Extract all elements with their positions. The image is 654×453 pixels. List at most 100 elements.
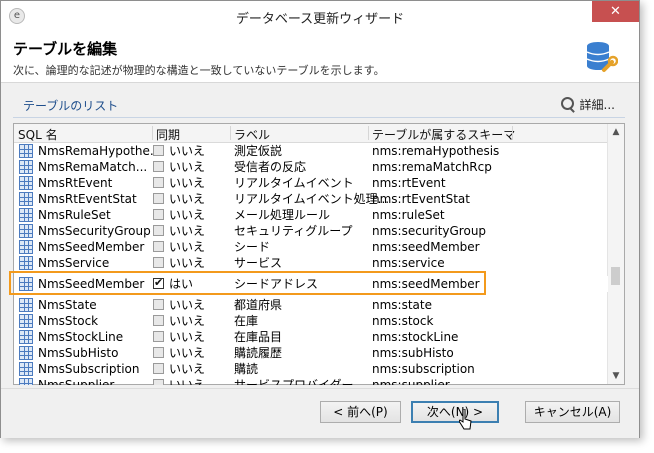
sync-checkbox[interactable] (153, 161, 164, 172)
table-row[interactable]: NmsRemaMatch... いいえ 受信者の反応 nms:remaMatchRcp (14, 159, 608, 175)
table-row[interactable]: NmsRemaHypothe... いいえ 測定仮説 nms:remaHypothes… (14, 143, 608, 159)
cell-sync: いいえ (169, 314, 206, 328)
close-button[interactable]: ✕ (592, 1, 639, 22)
table-icon (19, 314, 33, 328)
cell-schema: nms:state (372, 298, 432, 312)
table-row[interactable]: NmsSubscription いいえ 購読 nms:subscription (14, 361, 608, 377)
cell-sql-name: NmsRtEvent (38, 176, 113, 190)
details-label: 詳細... (579, 98, 615, 112)
cell-schema: nms:stockLine (372, 330, 459, 344)
cell-label: 都道府県 (234, 298, 283, 312)
table-header: SQL 名 同期 ラベル テーブルが属するスキーマ (14, 124, 608, 143)
table-row[interactable]: NmsStockLine いいえ 在庫品目 nms:stockLine (14, 329, 608, 345)
cell-schema: nms:ruleSet (372, 208, 445, 222)
page-subtitle: 次に、論理的な記述が物理的な構造と一致していないテーブルを示します。 (13, 64, 385, 77)
cell-label: 在庫品目 (234, 330, 283, 344)
table-row[interactable]: NmsStock いいえ 在庫 nms:stock (14, 313, 608, 329)
cell-sync: いいえ (169, 346, 206, 360)
table-list[interactable]: SQL 名 同期 ラベル テーブルが属するスキーマ NmsRemaHypothe… (13, 123, 625, 385)
cell-schema: nms:stock (372, 314, 434, 328)
cell-sync: いいえ (169, 144, 206, 158)
details-button[interactable]: 詳細... (560, 96, 615, 113)
table-row-highlighted[interactable]: NmsSeedMember はい シードアドレス nms:seedMember (14, 276, 608, 292)
magnifier-icon (560, 97, 574, 110)
sync-checkbox[interactable] (153, 347, 164, 358)
table-icon (19, 240, 33, 254)
cancel-button[interactable]: キャンセル(A) (525, 401, 620, 423)
table-icon (19, 176, 33, 190)
sync-checkbox[interactable] (153, 276, 164, 289)
cell-sync: はい (169, 277, 194, 291)
window-title: データベース更新ウィザード (235, 12, 405, 27)
column-schema[interactable]: テーブルが属するスキーマ (372, 126, 515, 143)
sync-checkbox[interactable] (153, 299, 164, 310)
table-icon (19, 298, 33, 312)
table-list-header: テーブルのリスト 詳細... (13, 95, 625, 118)
scroll-up-arrow-icon[interactable]: ▲ (608, 124, 624, 140)
cell-sync: いいえ (169, 240, 206, 254)
column-sync[interactable]: 同期 (156, 126, 180, 143)
cell-schema: nms:seedMember (372, 240, 480, 254)
cell-sync: いいえ (169, 224, 206, 238)
column-separator[interactable] (512, 126, 513, 140)
cell-schema: nms:rtEventStat (372, 192, 470, 206)
vertical-scrollbar[interactable]: ▲ ▼ (607, 124, 624, 384)
cell-label: セキュリティグループ (234, 224, 353, 238)
sync-checkbox[interactable] (153, 225, 164, 236)
sync-checkbox[interactable] (153, 257, 164, 268)
column-separator[interactable] (152, 126, 153, 140)
cell-sql-name: NmsSeedMember (38, 277, 145, 291)
next-button[interactable]: 次へ(N) > (411, 401, 499, 423)
cell-sync: いいえ (169, 298, 206, 312)
wizard-window: e データベース更新ウィザード ✕ テーブルを編集 次に、論理的な記述が物理的な… (0, 0, 640, 438)
cell-schema: nms:securityGroup (372, 224, 487, 238)
cell-sync: いいえ (169, 208, 206, 222)
column-separator[interactable] (230, 126, 231, 140)
cell-sync: いいえ (169, 362, 206, 376)
cell-sql-name: NmsStock (38, 314, 99, 328)
sync-checkbox[interactable] (153, 193, 164, 204)
cell-label: サービスプロバイダー (234, 378, 354, 385)
page-title: テーブルを編集 (13, 40, 118, 58)
column-sql-name[interactable]: SQL 名 (18, 126, 58, 143)
cell-schema: nms:remaHypothesis (372, 144, 500, 158)
column-label[interactable]: ラベル (234, 126, 270, 143)
sync-checkbox[interactable] (153, 209, 164, 220)
cell-label: リアルタイムイベント処理... (234, 192, 390, 206)
table-row[interactable]: NmsService いいえ サービス nms:service (14, 255, 608, 271)
sync-checkbox[interactable] (153, 145, 164, 156)
sync-checkbox[interactable] (153, 177, 164, 188)
cell-schema: nms:seedMember (372, 277, 480, 291)
wizard-content: テーブルのリスト 詳細... SQL 名 同期 ラベル テーブルが属するスキーマ… (1, 82, 639, 389)
table-icon (19, 362, 33, 376)
table-icon (19, 346, 33, 360)
table-icon (19, 330, 33, 344)
scrollbar-thumb[interactable] (611, 267, 620, 285)
previous-button[interactable]: < 前へ(P) (320, 401, 401, 423)
cell-sql-name: NmsRuleSet (38, 208, 111, 222)
table-icon (19, 378, 33, 385)
table-icon (19, 160, 33, 174)
table-row[interactable]: NmsSubHisto いいえ 購読履歴 nms:subHisto (14, 345, 608, 361)
table-icon (19, 224, 33, 238)
cell-sync: いいえ (169, 176, 206, 190)
column-separator[interactable] (368, 126, 369, 140)
scroll-down-arrow-icon[interactable]: ▼ (608, 368, 624, 384)
table-row[interactable]: NmsRtEventStat いいえ リアルタイムイベント処理... nms:rtEv… (14, 191, 608, 207)
table-row[interactable]: NmsState いいえ 都道府県 nms:state (14, 297, 608, 313)
table-row[interactable]: NmsSecurityGroup いいえ セキュリティグループ nms:securit… (14, 223, 608, 239)
sync-checkbox[interactable] (153, 241, 164, 252)
table-row[interactable]: NmsSupplier いいえ サービスプロバイダー nms:supplier (14, 377, 608, 385)
sync-checkbox[interactable] (153, 315, 164, 326)
table-icon (19, 144, 33, 158)
table-row[interactable]: NmsRuleSet いいえ メール処理ルール nms:ruleSet (14, 207, 608, 223)
sync-checkbox[interactable] (153, 379, 164, 385)
table-row[interactable]: NmsSeedMember いいえ シード nms:seedMember (14, 239, 608, 255)
cell-schema: nms:subHisto (372, 346, 454, 360)
sync-checkbox[interactable] (153, 331, 164, 342)
sync-checkbox[interactable] (153, 363, 164, 374)
title-bar[interactable]: e データベース更新ウィザード ✕ (1, 1, 639, 32)
table-list-title: テーブルのリスト (23, 99, 119, 113)
table-row[interactable]: NmsRtEvent いいえ リアルタイムイベント nms:rtEvent (14, 175, 608, 191)
cell-label: 受信者の反応 (234, 160, 307, 174)
